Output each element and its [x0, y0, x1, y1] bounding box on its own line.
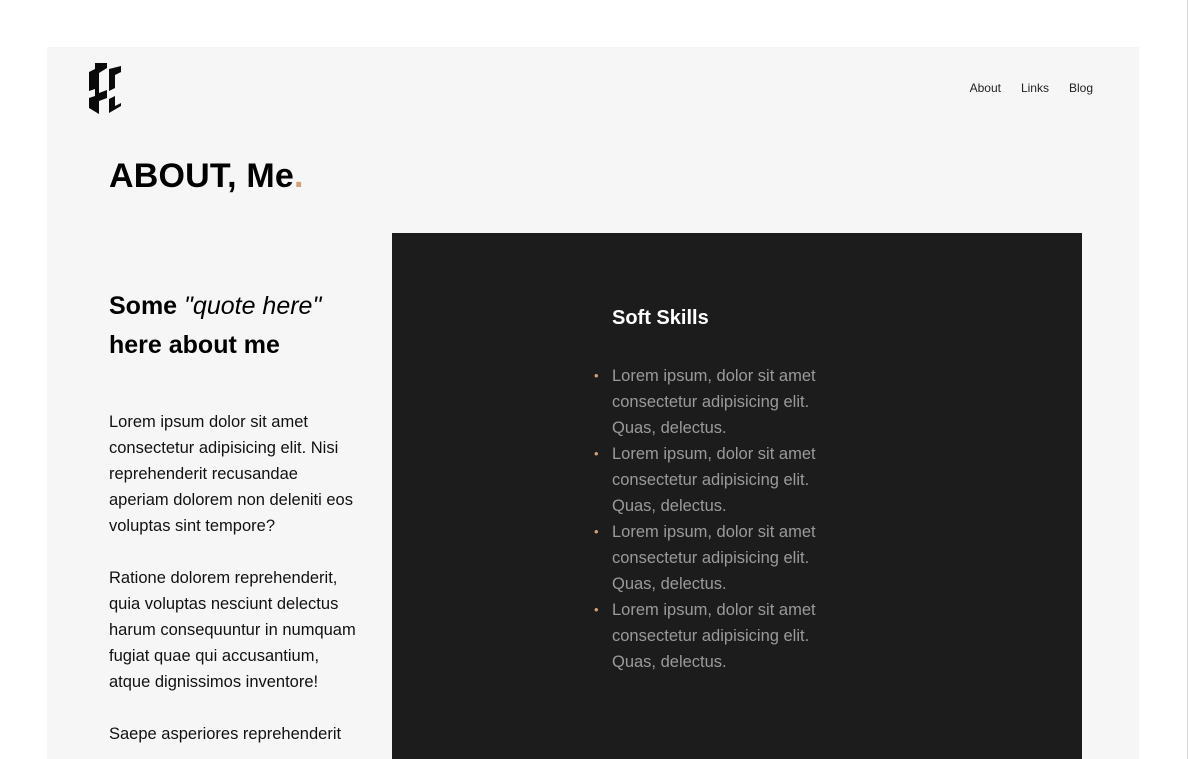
logo-icon[interactable] [83, 63, 123, 115]
bio-text: Lorem ipsum dolor sit amet consectetur a… [109, 409, 359, 747]
skill-text: Lorem ipsum, dolor sit amet consectetur … [612, 367, 816, 437]
bullet-icon: • [594, 524, 599, 539]
skills-panel: Soft Skills • Lorem ipsum, dolor sit amet… [392, 233, 1082, 759]
skill-text: Lorem ipsum, dolor sit amet consectetur … [612, 445, 816, 515]
page-title: ABOUT, Me. [109, 157, 304, 196]
bullet-icon: • [594, 446, 599, 461]
title-accent-dot: . [294, 157, 304, 195]
page-frame: About Links Blog ABOUT, Me. Some "quote … [47, 47, 1139, 759]
skill-text: Lorem ipsum, dolor sit amet consectetur … [612, 601, 816, 671]
quote-heading: Some "quote here" here about me [109, 287, 359, 365]
intro-column: Some "quote here" here about me Lorem ip… [109, 287, 359, 759]
quote-text: "quote here" [184, 292, 322, 320]
bullet-icon: • [594, 368, 599, 383]
nav-links-link[interactable]: Links [1021, 81, 1049, 95]
nav-about-link[interactable]: About [970, 81, 1001, 95]
bio-paragraph: Lorem ipsum dolor sit amet consectetur a… [109, 413, 353, 535]
skill-item: • Lorem ipsum, dolor sit amet consectetur… [594, 363, 852, 441]
quote-rest: here about me [109, 331, 280, 359]
skills-title: Soft Skills [612, 307, 709, 329]
bio-paragraph: Saepe asperiores reprehenderit [109, 725, 342, 743]
skills-list: • Lorem ipsum, dolor sit amet consectetur… [594, 363, 852, 675]
skill-item: • Lorem ipsum, dolor sit amet consectetur… [594, 519, 852, 597]
bullet-icon: • [594, 602, 599, 617]
bio-paragraph: Ratione dolorem reprehenderit, quia volu… [109, 569, 356, 691]
main-nav: About Links Blog [970, 81, 1093, 95]
nav-blog-link[interactable]: Blog [1069, 81, 1093, 95]
quote-some: Some [109, 292, 178, 320]
skill-item: • Lorem ipsum, dolor sit amet consectetur… [594, 597, 852, 675]
page-title-text: ABOUT, Me [109, 157, 295, 195]
skill-text: Lorem ipsum, dolor sit amet consectetur … [612, 523, 816, 593]
skill-item: • Lorem ipsum, dolor sit amet consectetur… [594, 441, 852, 519]
